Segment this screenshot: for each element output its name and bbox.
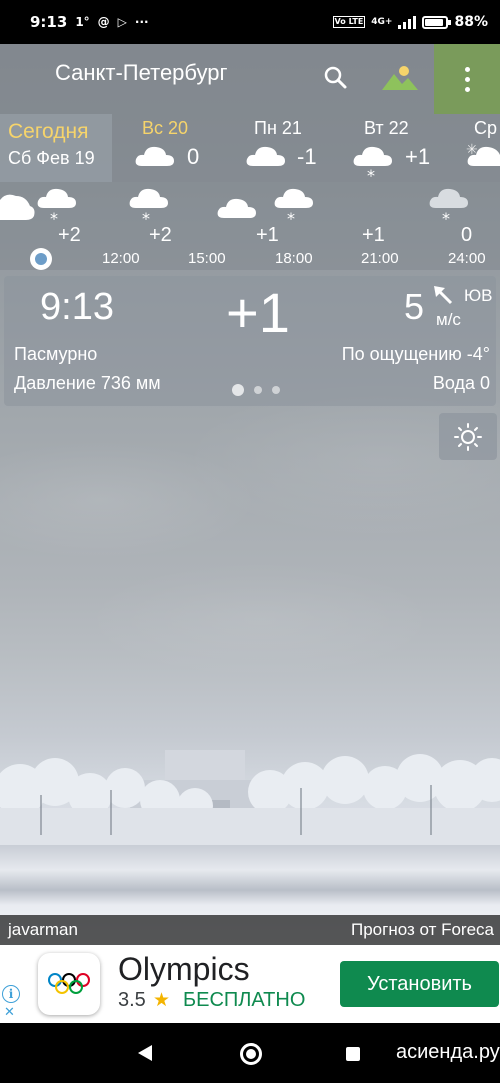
- system-nav-bar: асиенда.ру: [0, 1023, 500, 1083]
- day-name: Пн 21: [254, 118, 302, 138]
- wind-speed: 5: [404, 286, 425, 327]
- more-vert-icon[interactable]: [434, 44, 500, 114]
- cloud-snow-icon: *: [37, 188, 76, 226]
- hourly-forecast[interactable]: * * * * +2 +2 +1 +1 0 12:00 15:00 18:00 …: [0, 182, 500, 270]
- svg-text:*: *: [442, 209, 450, 226]
- home-icon[interactable]: [240, 1043, 262, 1065]
- recents-icon[interactable]: [346, 1047, 360, 1061]
- install-button[interactable]: Установить: [340, 961, 499, 1007]
- more-notifications-icon: ···: [134, 15, 149, 29]
- day-tue[interactable]: Вт 22: [364, 118, 409, 139]
- back-icon[interactable]: [136, 1043, 154, 1063]
- watermark: асиенда.ру: [396, 1041, 500, 1063]
- weather-condition: Пасмурно: [14, 344, 98, 364]
- svg-text:*: *: [287, 209, 295, 226]
- day-wed[interactable]: Ср: [474, 118, 497, 139]
- network-type: 4G+: [371, 17, 393, 27]
- hour-temp: +2: [149, 224, 172, 246]
- feels-like: По ощущению -4°: [341, 344, 490, 364]
- hour-temp: +1: [256, 224, 279, 246]
- cathedral-and-trees: [0, 750, 500, 845]
- cloud-icon: [246, 146, 285, 166]
- hour-temp: 0: [461, 224, 473, 246]
- day-name: Ср: [474, 118, 498, 138]
- cloud-icon: [217, 198, 256, 218]
- volte-icon: Vo LTE: [332, 16, 366, 28]
- current-temperature: +1: [226, 281, 290, 344]
- status-bar: 9:13 1° @ ▷ ··· Vo LTE 4G+ 88%: [0, 0, 500, 44]
- day-name: Вт 22: [364, 118, 409, 138]
- olympics-logo[interactable]: [38, 953, 100, 1015]
- cloud-snow-icon: *: [353, 146, 392, 182]
- signal-icon: [398, 15, 417, 29]
- day-today[interactable]: Сегодня Сб Фев 19: [0, 114, 112, 182]
- search-icon[interactable]: [322, 64, 350, 92]
- cloud-snow-icon: *: [429, 188, 468, 226]
- battery-percent: 88%: [454, 14, 488, 30]
- hour-temp: +2: [58, 224, 81, 246]
- hour-time: 21:00: [361, 250, 399, 267]
- hour-time: 24:00: [448, 250, 486, 267]
- hour-temp: +1: [362, 224, 385, 246]
- hour-time: 18:00: [275, 250, 313, 267]
- ad-close-icon[interactable]: ✕: [4, 1005, 15, 1020]
- wind-unit: м/с: [436, 310, 461, 329]
- sun-icon: [454, 422, 482, 451]
- city-title[interactable]: Санкт-Петербург: [55, 60, 228, 86]
- daily-forecast: Сегодня Сб Фев 19 Вс 20 0 Пн 21 -1 Вт 22…: [0, 114, 500, 182]
- cloud-snow-icon: *: [274, 188, 313, 226]
- cloud-icon: [135, 146, 174, 166]
- today-label: Сегодня: [8, 120, 89, 143]
- at-icon: @: [97, 15, 110, 29]
- page-indicator: [232, 384, 280, 396]
- day-mon[interactable]: Пн 21: [254, 118, 302, 139]
- play-icon: ▷: [117, 15, 127, 29]
- star-icon: ★: [153, 989, 171, 1011]
- ad-price: БЕСПЛАТНО: [183, 989, 306, 1011]
- today-date: Сб Фев 19: [8, 148, 95, 168]
- pressure: Давление 736 мм: [14, 373, 161, 393]
- svg-text:*: *: [367, 166, 375, 182]
- day-temp: 0: [187, 144, 200, 169]
- status-time: 9:13: [30, 13, 68, 31]
- ad-info-icon[interactable]: i: [2, 985, 20, 1003]
- cloud-icon: [0, 194, 35, 220]
- day-temp: +1: [405, 144, 431, 169]
- wind-direction: ЮВ: [464, 286, 493, 305]
- hour-time: 15:00: [188, 250, 226, 267]
- cloud-texture: [0, 380, 500, 740]
- app-toolbar: Санкт-Петербург: [0, 44, 500, 114]
- credits-bar: javarman Прогноз от Foreca: [0, 915, 500, 945]
- ad-title[interactable]: Olympics: [118, 951, 250, 988]
- day-name: Вс 20: [142, 118, 189, 138]
- landscape-icon[interactable]: [382, 62, 418, 94]
- current-time: 9:13: [40, 286, 114, 328]
- day-sun[interactable]: Вс 20: [142, 118, 188, 139]
- current-conditions-panel[interactable]: 9:13 +1 5 ЮВ м/с Пасмурно По ощущению -4…: [4, 276, 496, 406]
- battery-icon: [422, 15, 452, 29]
- water-temp: Вода 0: [432, 373, 490, 393]
- cloud-sun-icon: ✳: [466, 142, 500, 166]
- temp-indicator: 1°: [75, 15, 90, 29]
- sun-moon-button[interactable]: [439, 413, 497, 460]
- forecast-provider[interactable]: Прогноз от Foreca: [351, 920, 494, 940]
- cloud-snow-icon: *: [129, 188, 168, 226]
- day-temp: -1: [297, 144, 317, 169]
- wind-direction-icon: [434, 286, 453, 305]
- svg-text:*: *: [50, 209, 58, 226]
- ad-banner[interactable]: i ✕ Olympics 3.5 ★ БЕСПЛАТНО Установить: [0, 945, 500, 1023]
- photographer-credit[interactable]: javarman: [8, 920, 78, 940]
- ad-rating: 3.5: [118, 989, 146, 1011]
- current-hour-marker: [30, 248, 52, 270]
- hour-time: 12:00: [102, 250, 140, 267]
